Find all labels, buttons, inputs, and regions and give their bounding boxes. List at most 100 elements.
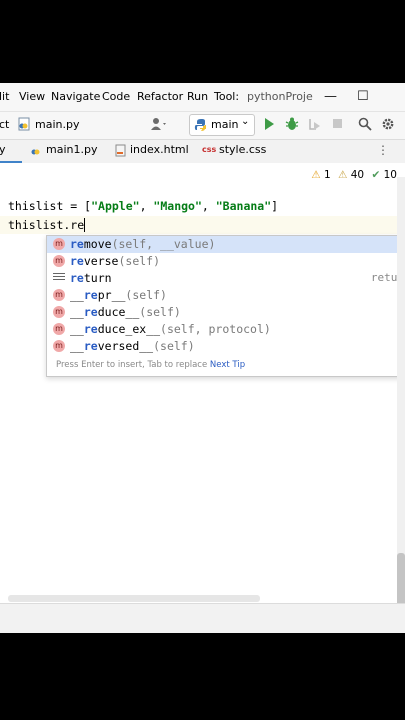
match-text: re (70, 254, 84, 268)
coverage-icon[interactable] (308, 117, 322, 134)
menu-bar: lit View Navigate Code Refactor Run Tool… (0, 83, 405, 111)
method-icon: m (53, 289, 65, 301)
completion-args: (self) (125, 288, 167, 302)
completion-name: move (83, 237, 112, 251)
inspection-widget[interactable]: ⚠ 1 ⚠ 40 ✔ 10 (311, 169, 397, 181)
completion-label: __reduce__(self) (70, 305, 181, 319)
menu-code[interactable]: Code (102, 90, 130, 103)
bottom-panel (0, 604, 405, 633)
method-icon: m (53, 323, 65, 335)
code-text: ] (271, 199, 279, 213)
completion-args: (self) (153, 339, 195, 353)
menu-view[interactable]: View (19, 90, 45, 103)
completion-prefix: __ (70, 339, 84, 353)
completion-hint: Press Enter to insert, Tab to replace Ne… (56, 360, 245, 370)
completion-name: verse (83, 254, 119, 268)
completion-label: __reversed__(self) (70, 339, 195, 353)
completion-prefix: __ (70, 288, 84, 302)
ide-window: lit View Navigate Code Refactor Run Tool… (0, 83, 405, 633)
menu-navigate[interactable]: Navigate (51, 90, 100, 103)
completion-name: versed__ (97, 339, 154, 353)
code-editor[interactable]: thislist = ["Apple", "Mango", "Banana"] … (0, 163, 405, 603)
menu-refactor[interactable]: Refactor (137, 90, 183, 103)
completion-label: remove(self, __value) (70, 237, 215, 251)
completion-label: __repr__(self) (70, 288, 167, 302)
project-title: pythonProje (247, 90, 313, 103)
keyword-icon (53, 273, 65, 283)
css-file-icon: css (202, 145, 217, 154)
completion-label: return (70, 271, 112, 285)
chevron-down-icon: ⌄ (241, 116, 250, 127)
run-config-selector[interactable]: main ⌄ (189, 114, 255, 136)
maximize-button[interactable]: ☐ (357, 89, 369, 104)
python-file-icon (18, 117, 30, 134)
text-caret (84, 218, 85, 232)
code-text: , (201, 199, 216, 213)
warning-icon: ⚠ (311, 169, 321, 181)
completion-prefix: __ (70, 322, 84, 336)
warning-count: 1 (323, 169, 331, 181)
more-tabs-icon[interactable]: ⋮ (377, 143, 389, 157)
completion-name: duce_ex__ (97, 322, 161, 336)
completion-item-remove[interactable]: m remove(self, __value) (47, 236, 405, 253)
stop-icon[interactable] (332, 118, 343, 132)
toolbar: ct main.py main ⌄ (0, 111, 405, 140)
hint-text: Press Enter to insert, Tab to replace (56, 360, 208, 370)
completion-args: (self) (139, 305, 181, 319)
completion-name: turn (83, 271, 112, 285)
completion-item-reversed[interactable]: m __reversed__(self) (47, 338, 405, 355)
code-line-2: thislist.re (8, 218, 85, 232)
tab-main-py[interactable]: y (0, 143, 6, 156)
editor-tabs: y main1.py index.html css style.css ⋮ (0, 139, 405, 165)
breadcrumb-file[interactable]: main.py (35, 118, 79, 131)
match-text: re (70, 271, 84, 285)
debug-icon[interactable] (285, 116, 299, 134)
method-icon: m (53, 306, 65, 318)
completion-item-return[interactable]: return retur (47, 270, 405, 287)
match-text: re (83, 322, 98, 336)
menu-edit[interactable]: lit (0, 90, 9, 103)
completion-item-repr[interactable]: m __repr__(self) c (47, 287, 405, 304)
completion-label: reverse(self) (70, 254, 160, 268)
python-file-icon (30, 144, 42, 160)
completion-popup: m remove(self, __value) m reverse(self) … (46, 235, 405, 377)
match-text: re (83, 339, 98, 353)
tab-style-css[interactable]: style.css (219, 143, 266, 156)
completion-item-reduce-ex[interactable]: m __reduce_ex__(self, protocol) c (47, 321, 405, 338)
completion-item-reduce[interactable]: m __reduce__(self) c (47, 304, 405, 321)
breadcrumb-project[interactable]: ct (0, 118, 9, 131)
menu-run[interactable]: Run (187, 90, 208, 103)
completion-label: __reduce_ex__(self, protocol) (70, 322, 271, 336)
html-file-icon (114, 144, 126, 160)
match-text: re (83, 288, 98, 302)
tab-index-html[interactable]: index.html (130, 143, 189, 156)
completion-args: (self, protocol) (160, 322, 271, 336)
minimize-button[interactable]: — (324, 89, 337, 104)
completion-item-reverse[interactable]: m reverse(self) (47, 253, 405, 270)
user-icon[interactable] (150, 117, 168, 134)
code-text: thislist = [ (8, 199, 92, 213)
search-icon[interactable] (358, 117, 372, 134)
weak-warning-icon: ⚠ (337, 169, 348, 181)
completion-name: pr__ (97, 288, 126, 302)
code-text: , (139, 199, 154, 213)
completion-args: (self, __value) (111, 237, 216, 251)
next-tip-link[interactable]: Next Tip (210, 360, 245, 370)
menu-tools[interactable]: Tool: (214, 90, 239, 103)
completion-prefix: __ (70, 305, 84, 319)
gear-icon[interactable] (381, 117, 395, 134)
tab-main1-py[interactable]: main1.py (46, 143, 97, 156)
weak-warning-count: 40 (350, 169, 365, 181)
completion-name: duce__ (97, 305, 140, 319)
method-icon: m (53, 255, 65, 267)
code-line-1: thislist = ["Apple", "Mango", "Banana"] (8, 199, 278, 213)
completion-args: (self) (118, 254, 161, 268)
run-config-label: main (211, 118, 239, 131)
match-text: re (83, 305, 98, 319)
match-text: re (70, 237, 84, 251)
method-icon: m (53, 340, 65, 352)
horizontal-scrollbar[interactable] (8, 595, 260, 602)
run-icon[interactable] (263, 117, 275, 134)
vertical-scrollbar[interactable] (397, 177, 405, 597)
typo-icon: ✔ (371, 169, 381, 181)
